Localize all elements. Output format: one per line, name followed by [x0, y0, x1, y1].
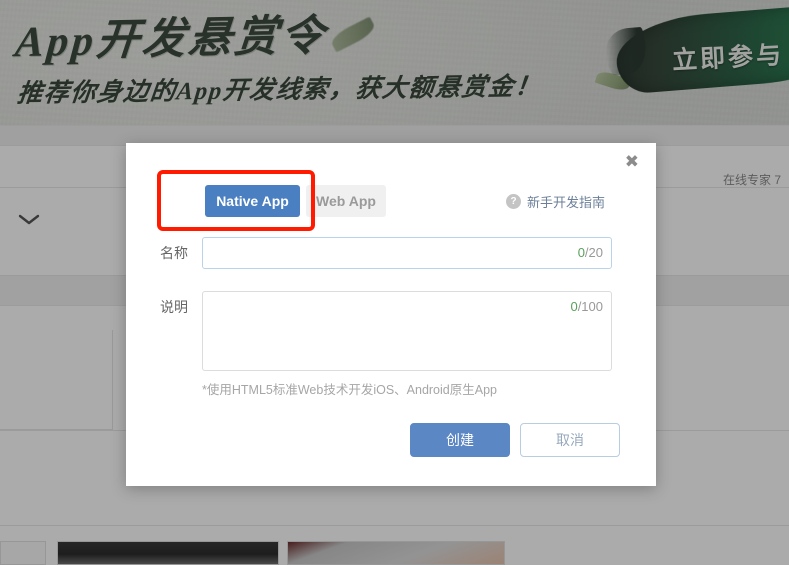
name-input-wrap: 0/20 — [202, 237, 612, 269]
tab-web-app[interactable]: Web App — [306, 185, 386, 217]
tab-native-app[interactable]: Native App — [205, 185, 300, 217]
beginner-guide-link[interactable]: ? 新手开发指南 — [506, 185, 605, 217]
name-input[interactable] — [202, 237, 612, 269]
tech-hint-text: *使用HTML5标准Web技术开发iOS、Android原生App — [202, 383, 497, 397]
name-field-group: 名称 0/20 — [152, 237, 612, 269]
description-field-group: 说明 0/100 — [152, 291, 612, 376]
create-button[interactable]: 创建 — [410, 423, 510, 457]
close-icon[interactable]: ✖ — [620, 150, 644, 175]
description-textarea[interactable] — [202, 291, 612, 371]
cancel-button[interactable]: 取消 — [520, 423, 620, 457]
description-field-label: 说明 — [160, 299, 188, 315]
name-field-label: 名称 — [160, 245, 188, 261]
create-app-modal: ✖ Native App Web App ? 新手开发指南 名称 0/20 说明… — [126, 143, 656, 486]
app-type-tabs: Native App Web App ? 新手开发指南 — [126, 185, 656, 217]
modal-action-buttons: 创建 取消 — [126, 423, 656, 457]
beginner-guide-label: 新手开发指南 — [527, 194, 606, 210]
help-circle-icon: ? — [506, 193, 521, 209]
description-input-wrap: 0/100 — [202, 291, 612, 376]
page-root: App开发悬赏令 推荐你身边的App开发线索，获大额悬赏金！ 立即参与 在线专家… — [0, 0, 789, 565]
